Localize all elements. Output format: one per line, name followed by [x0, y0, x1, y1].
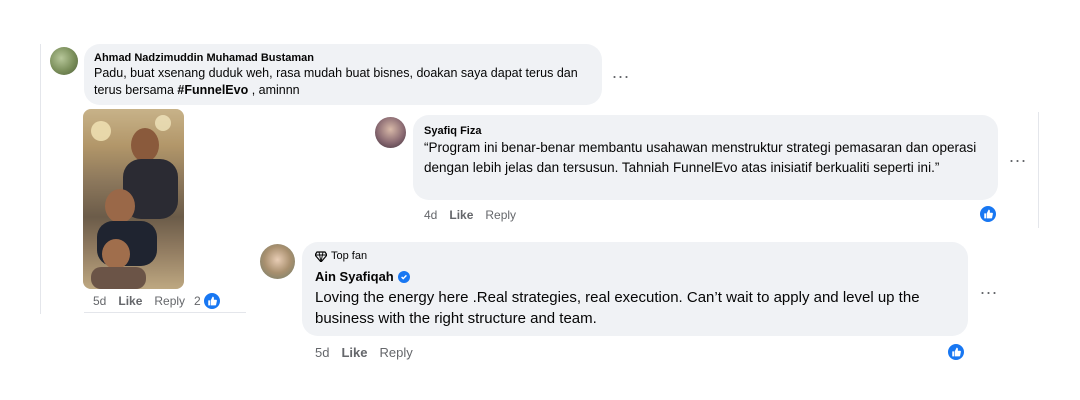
comment-bubble-syafiq: Syafiq Fiza “Program ini benar-benar mem…	[413, 115, 998, 200]
like-button[interactable]: Like	[341, 345, 367, 360]
comment-time[interactable]: 4d	[424, 208, 437, 222]
verified-badge-icon	[397, 270, 410, 283]
comment-bubble-ain: Top fan Ain Syafiqah Loving the energy h…	[302, 242, 968, 336]
thread-line	[40, 44, 41, 314]
more-options-button[interactable]: ...	[980, 278, 998, 299]
comment-actions-syafiq: 4d Like Reply	[424, 208, 528, 222]
comment-bubble-ahmad: Ahmad Nadzimuddin Muhamad Bustaman Padu,…	[84, 44, 602, 105]
thread-divider	[84, 312, 246, 313]
comment-text: Padu, buat xsenang duduk weh, rasa mudah…	[94, 65, 594, 99]
comment-author[interactable]: Ahmad Nadzimuddin Muhamad Bustaman	[94, 52, 314, 64]
comment-text-part: Padu, buat xsenang duduk weh, rasa mudah…	[94, 66, 578, 97]
avatar-ain[interactable]	[260, 244, 295, 279]
top-fan-label: Top fan	[331, 250, 368, 262]
more-options-button[interactable]: ...	[612, 62, 630, 83]
comment-text-part: , aminnn	[248, 83, 300, 97]
comment-author[interactable]: Syafiq Fiza	[424, 125, 481, 137]
comment-photo[interactable]	[83, 109, 184, 289]
reply-button[interactable]: Reply	[379, 345, 412, 360]
thumbs-up-icon	[201, 291, 222, 311]
reaction-summary[interactable]: 2	[194, 291, 222, 311]
reply-button[interactable]: Reply	[154, 294, 185, 308]
avatar-ahmad[interactable]	[50, 47, 78, 75]
reaction-count: 2	[194, 294, 201, 308]
author-line: Ain Syafiqah	[315, 269, 410, 284]
hashtag-link[interactable]: #FunnelEvo	[177, 83, 248, 97]
comment-actions-ahmad: 5d Like Reply	[93, 294, 197, 308]
comment-actions-ain: 5d Like Reply	[315, 345, 425, 360]
comment-text: Loving the energy here .Real strategies,…	[315, 289, 920, 327]
comment-time[interactable]: 5d	[315, 345, 329, 360]
diamond-icon	[315, 250, 327, 262]
thread-line-right	[1038, 112, 1039, 228]
photo-content	[83, 109, 184, 289]
like-button[interactable]: Like	[118, 294, 142, 308]
comment-time[interactable]: 5d	[93, 294, 106, 308]
like-button[interactable]: Like	[449, 208, 473, 222]
top-fan-badge: Top fan	[315, 250, 367, 262]
comment-author[interactable]: Ain Syafiqah	[315, 269, 394, 284]
comment-text: “Program ini benar-benar membantu usahaw…	[424, 140, 977, 175]
avatar-syafiq[interactable]	[375, 117, 406, 148]
thumbs-up-icon[interactable]	[946, 342, 966, 362]
more-options-button[interactable]: ...	[1009, 146, 1027, 167]
reply-button[interactable]: Reply	[485, 208, 516, 222]
thumbs-up-icon[interactable]	[978, 204, 998, 224]
